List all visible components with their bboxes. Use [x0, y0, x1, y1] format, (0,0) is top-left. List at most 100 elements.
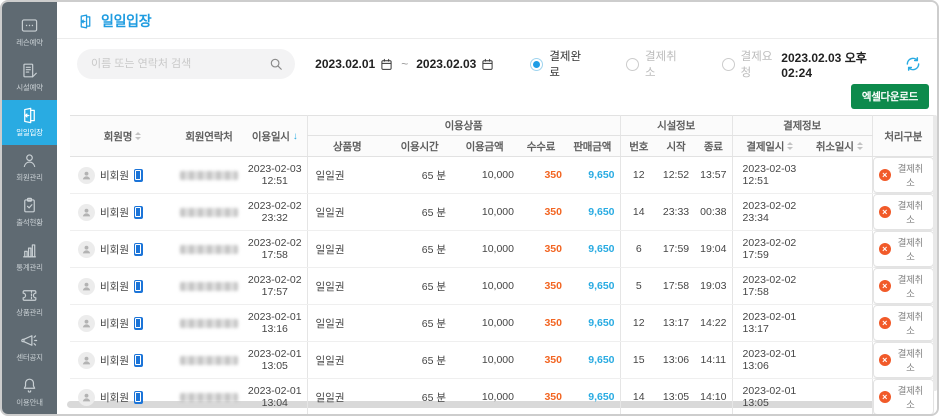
use-time: 65 분: [387, 230, 452, 268]
vertical-scrollbar[interactable]: [933, 115, 937, 391]
fee: 350: [517, 267, 565, 305]
col-header-paid-at[interactable]: 결제일시: [731, 135, 808, 157]
member-contact: [175, 156, 243, 194]
table-row: 비회원 2023-02-02 17:58 일일권 65 분 10,000 350…: [70, 230, 935, 268]
cancel-payment-button[interactable]: 결제취소: [872, 268, 935, 304]
radio-payment-complete[interactable]: 결제완료: [530, 48, 590, 80]
search-icon[interactable]: [269, 57, 283, 71]
usage-guide-icon: [23, 378, 36, 393]
col-header-cancelled-at[interactable]: 취소일시: [807, 135, 873, 157]
start-time: 17:59: [657, 230, 696, 268]
use-time: 65 분: [387, 304, 452, 342]
sidebar-item-daily-entry[interactable]: 일일입장: [2, 99, 57, 145]
end-time: 14:11: [695, 341, 733, 379]
entries-table: 회원명 회원연락처 이용일시 이용상품 시설정보 결제정보 처리구분 상품명 이…: [70, 115, 935, 414]
center-notice-icon: [21, 334, 38, 346]
cancel-payment-button[interactable]: 결제취소: [872, 231, 935, 267]
cancel-payment-button[interactable]: 결제취소: [872, 379, 935, 414]
sidebar-item-member-management[interactable]: 회원관리: [2, 145, 57, 190]
avatar: [78, 388, 95, 406]
facility-no: 6: [619, 230, 658, 268]
col-header-member[interactable]: 회원명: [70, 115, 175, 157]
contact-blurred: [180, 170, 238, 180]
refresh-button[interactable]: [905, 56, 921, 72]
avatar: [78, 351, 95, 369]
facility-reservation-icon: [23, 63, 38, 78]
avatar: [78, 240, 95, 258]
cancel-payment-button[interactable]: 결제취소: [872, 194, 935, 230]
col-header-facility-no: 번호: [619, 135, 658, 157]
search-input[interactable]: [91, 58, 270, 70]
sale-amount: 9,650: [565, 230, 621, 268]
use-time: 65 분: [387, 378, 452, 414]
contact-blurred: [180, 281, 238, 291]
date-from[interactable]: 2023.02.01: [315, 57, 375, 71]
sidebar-item-label: 상품관리: [16, 307, 43, 317]
sale-amount: 9,650: [565, 193, 621, 231]
table-row: 비회원 2023-02-01 13:04 일일권 65 분 10,000 350…: [70, 378, 935, 414]
attendance-icon: [24, 197, 35, 213]
end-time: 19:04: [695, 230, 733, 268]
sidebar-item-attendance[interactable]: 출석현황: [2, 190, 57, 235]
phone-badge-icon: [133, 390, 143, 404]
lesson-reservation-icon: [21, 19, 38, 33]
sidebar-item-label: 이용안내: [16, 397, 43, 407]
product-management-icon: [22, 289, 37, 301]
sidebar-item-label: 레슨예약: [16, 38, 43, 48]
cancelled-at: [807, 156, 873, 194]
excel-download-button[interactable]: 엑셀다운로드: [850, 84, 929, 109]
cancel-payment-button[interactable]: 결제취소: [872, 342, 935, 378]
radio-payment-cancelled[interactable]: 결제취소: [625, 48, 686, 80]
start-time: 13:06: [657, 341, 696, 379]
col-header-use-time: 이용시간: [387, 135, 452, 157]
use-date: 2023-02-03 12:51: [243, 156, 307, 194]
cancelled-at: [807, 230, 873, 268]
cancel-payment-button[interactable]: 결제취소: [872, 157, 935, 193]
cancelled-at: [807, 267, 873, 305]
col-header-contact: 회원연락처: [175, 115, 243, 157]
col-header-action: 처리구분: [871, 115, 935, 157]
contact-blurred: [180, 318, 238, 328]
page-title: 일일입장: [101, 13, 152, 29]
cancel-payment-label: 결제취소: [897, 164, 924, 189]
contact-blurred: [180, 244, 238, 254]
cancelled-at: [807, 341, 873, 379]
date-to-calendar-button[interactable]: [481, 58, 494, 71]
member-name: 비회원: [100, 206, 129, 219]
sidebar-item-lesson-reservation[interactable]: 레슨예약: [2, 10, 57, 55]
sidebar-item-center-notice[interactable]: 센터공지: [2, 324, 57, 369]
cancel-payment-button[interactable]: 결제취소: [872, 305, 935, 341]
table-area: 회원명 회원연락처 이용일시 이용상품 시설정보 결제정보 처리구분 상품명 이…: [57, 115, 937, 414]
calendar-icon: [381, 58, 392, 70]
sidebar-item-facility-reservation[interactable]: 시설예약: [2, 55, 57, 100]
member-name: 비회원: [100, 391, 129, 404]
date-to[interactable]: 2023.02.03: [416, 57, 476, 71]
paid-at: 2023-02-01 13:17: [731, 304, 808, 342]
date-range: 2023.02.01 ~ 2023.02.03: [315, 57, 494, 71]
facility-no: 5: [619, 267, 658, 305]
cancel-payment-label: 결제취소: [897, 349, 924, 374]
excel-row: 엑셀다운로드: [57, 80, 937, 115]
member-contact: [175, 193, 243, 231]
sidebar-item-label: 시설예약: [16, 83, 43, 93]
sidebar-item-usage-guide[interactable]: 이용안내: [2, 369, 57, 414]
phone-badge-icon: [133, 279, 143, 293]
paid-at: 2023-02-01 13:06: [731, 341, 808, 379]
member-cell: 비회원: [70, 240, 175, 258]
sidebar-item-statistics[interactable]: 통계관리: [2, 234, 57, 279]
use-date: 2023-02-01 13:16: [243, 304, 307, 342]
fee: 350: [517, 156, 565, 194]
use-time: 65 분: [387, 267, 452, 305]
start-time: 13:17: [657, 304, 696, 342]
x-circle-icon: [878, 354, 891, 366]
radio-payment-requested[interactable]: 결제요청: [721, 48, 782, 80]
group-header-payment: 결제정보: [731, 115, 873, 136]
statistics-icon: [22, 244, 37, 258]
sidebar-item-label: 일일입장: [16, 128, 43, 138]
col-header-use-date[interactable]: 이용일시: [243, 115, 307, 157]
member-cell: 비회원: [70, 277, 175, 295]
facility-no: 12: [619, 156, 658, 194]
date-from-calendar-button[interactable]: [380, 58, 393, 71]
sidebar-item-product-management[interactable]: 상품관리: [2, 279, 57, 324]
fee: 350: [517, 193, 565, 231]
